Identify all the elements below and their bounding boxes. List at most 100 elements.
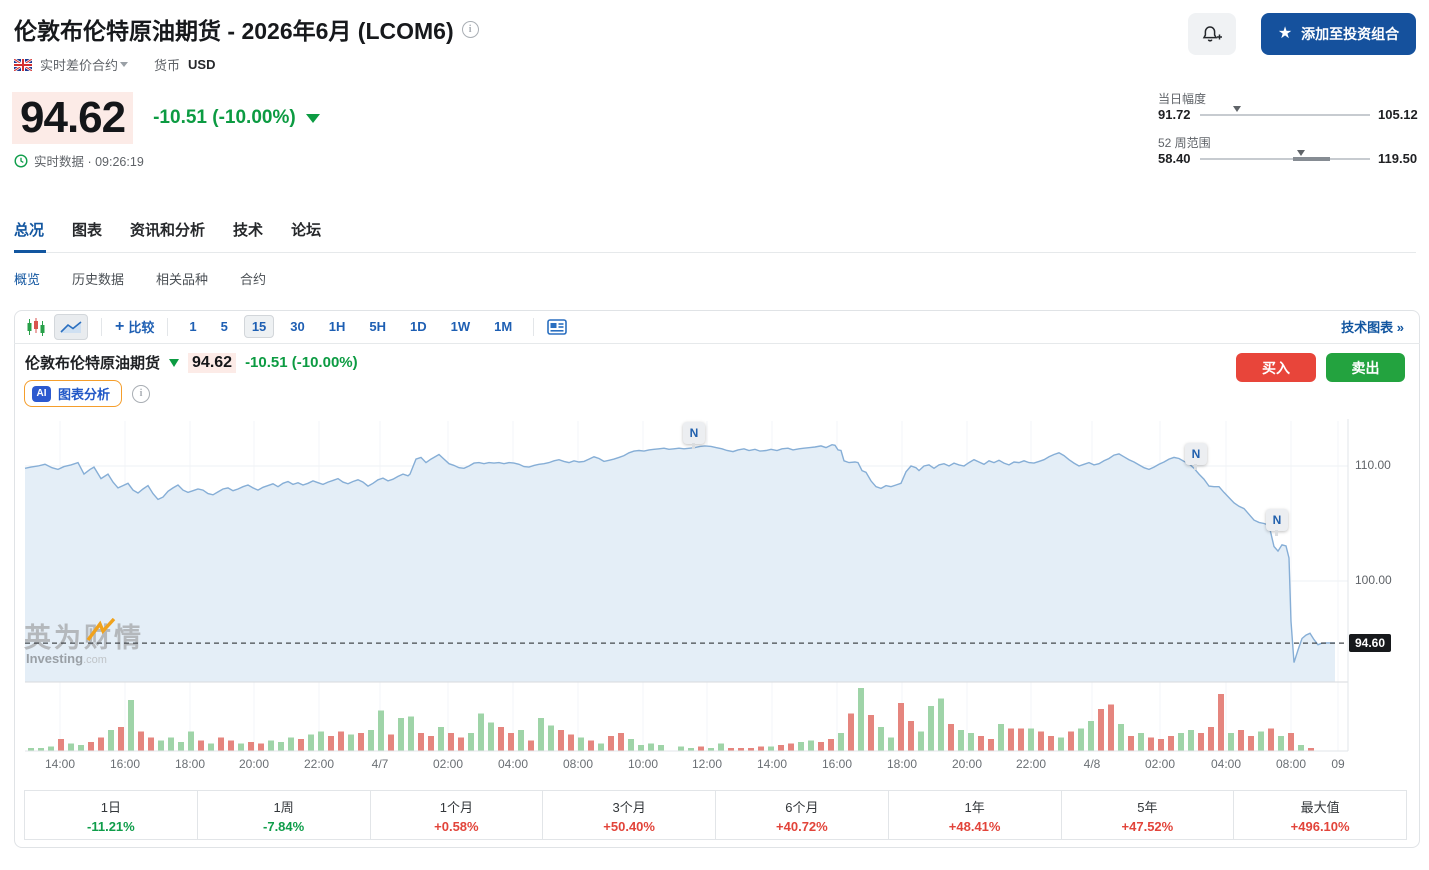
compare-button[interactable]: + 比较 <box>115 317 154 336</box>
interval-30[interactable]: 30 <box>282 315 312 338</box>
news-marker-1[interactable]: N <box>683 422 705 444</box>
title-info-icon[interactable]: i <box>462 21 479 38</box>
day-range-low: 91.72 <box>1158 107 1191 122</box>
subtab-历史数据[interactable]: 历史数据 <box>72 269 124 288</box>
tab-图表[interactable]: 图表 <box>72 219 102 240</box>
price-row: 94.62 -10.51 (-10.00%) <box>12 92 320 144</box>
perf-cell-5年[interactable]: 5年+47.52% <box>1061 791 1234 839</box>
chart-subheader: 伦敦布伦特原油期货 94.62 -10.51 (-10.00%) <box>25 352 358 373</box>
perf-cell-3个月[interactable]: 3个月 +50.40% <box>542 791 715 839</box>
perf-label: 最大值 <box>1301 797 1340 816</box>
plus-icon: + <box>115 318 124 336</box>
performance-strip: 1日-11.21% 1周 -7.84% 1个月+0.58% 3个月 +50.40% 6个月+… <box>24 790 1407 840</box>
currency-label: 货币 <box>154 55 180 74</box>
interval-1H[interactable]: 1H <box>321 315 354 338</box>
buy-button[interactable]: 买入 <box>1236 353 1316 382</box>
interval-1D[interactable]: 1D <box>402 315 435 338</box>
sell-button[interactable]: 卖出 <box>1326 353 1405 382</box>
chart-toolbar: + 比较 15 15 30 1H 5H 1D 1W 1M 技术图表 » <box>14 310 1420 344</box>
perf-value: -7.84% <box>263 819 304 834</box>
subtab-概览[interactable]: 概览 <box>14 269 40 288</box>
watermark-en-bold: Investing <box>26 651 83 666</box>
x-tick-22:00: 22:00 <box>292 757 346 771</box>
tabs-divider <box>14 252 1416 253</box>
watermark-cn: 英为财情 <box>24 616 144 655</box>
realtime-status: 实时数据 · 09:26:19 <box>34 151 144 170</box>
perf-cell-6个月[interactable]: 6个月+40.72% <box>715 791 888 839</box>
last-price: 94.62 <box>12 92 133 144</box>
title-row: 伦敦布伦特原油期货 - 2026年6月 (LCOM6) i <box>14 12 479 46</box>
candlestick-chart-button[interactable] <box>26 318 46 336</box>
ai-icon: AI <box>32 386 51 402</box>
realtime-row: 实时数据 · 09:26:19 <box>14 151 144 170</box>
tab-论坛[interactable]: 论坛 <box>291 219 321 240</box>
sub-nav: 概览 历史数据 相关品种 合约 <box>14 269 266 288</box>
x-tick-02:00: 02:00 <box>421 757 475 771</box>
bell-plus-icon <box>1201 24 1223 44</box>
add-to-portfolio-button[interactable]: ★ 添加至投资组合 <box>1261 13 1416 55</box>
down-arrow-icon <box>169 359 179 367</box>
news-on-chart-button[interactable] <box>547 319 567 335</box>
week52-range-label: 52 周范围 <box>1158 134 1211 151</box>
area-chart-button-selected[interactable] <box>54 314 88 340</box>
instrument-page: 伦敦布伦特原油期货 - 2026年6月 (LCOM6) i 实时差价合约 货币 … <box>0 0 1429 870</box>
ai-chart-analysis-button[interactable]: AI 图表分析 <box>24 380 122 407</box>
x-tick-16:00: 16:00 <box>810 757 864 771</box>
news-marker-3[interactable]: N <box>1266 509 1288 531</box>
create-alert-button[interactable] <box>1188 13 1236 55</box>
x-tick-12:00: 12:00 <box>680 757 734 771</box>
watermark-en: Investing.com <box>26 651 107 666</box>
day-range-label: 当日幅度 <box>1158 90 1206 107</box>
perf-cell-1年[interactable]: 1年 +48.41% <box>888 791 1061 839</box>
watermark-en-suffix: .com <box>83 654 107 666</box>
price-down-arrow-icon <box>306 114 320 123</box>
perf-value: +0.58% <box>434 819 478 834</box>
chart-instrument-name: 伦敦布伦特原油期货 <box>25 352 160 373</box>
subtab-相关品种[interactable]: 相关品种 <box>156 269 208 288</box>
x-tick-18:00: 18:00 <box>163 757 217 771</box>
perf-label: 1周 <box>274 797 294 816</box>
clock-icon <box>14 154 28 168</box>
interval-15[interactable]: 15 <box>244 315 274 338</box>
perf-value: +48.41% <box>949 819 1001 834</box>
news-marker-2[interactable]: N <box>1185 443 1207 465</box>
perf-cell-1个月[interactable]: 1个月+0.58% <box>370 791 543 839</box>
toolbar-divider <box>101 318 102 336</box>
interval-1M[interactable]: 1M <box>486 315 520 338</box>
x-tick-14:00: 14:00 <box>33 757 87 771</box>
day-range-track <box>1200 114 1370 116</box>
main-tabs: 总况 图表 资讯和分析 技术 论坛 <box>14 219 321 240</box>
tab-技术[interactable]: 技术 <box>233 219 263 240</box>
tab-资讯和分析[interactable]: 资讯和分析 <box>130 219 205 240</box>
ai-info-icon[interactable]: i <box>132 385 150 403</box>
interval-1W[interactable]: 1W <box>443 315 479 338</box>
perf-value: +50.40% <box>603 819 655 834</box>
chart-price-change: -10.51 (-10.00%) <box>245 354 358 371</box>
perf-label: 1年 <box>965 797 985 816</box>
interval-1[interactable]: 1 <box>181 315 204 338</box>
interval-buttons: 15 15 30 1H 5H 1D 1W 1M <box>181 315 520 338</box>
subtab-合约[interactable]: 合约 <box>240 269 266 288</box>
interval-5[interactable]: 5 <box>213 315 236 338</box>
x-tick-20:00: 20:00 <box>940 757 994 771</box>
tab-总况[interactable]: 总况 <box>14 219 44 240</box>
ai-analysis-label: 图表分析 <box>58 384 110 403</box>
technical-chart-link[interactable]: 技术图表 » <box>1341 317 1404 336</box>
perf-label: 3个月 <box>613 797 646 816</box>
x-tick-04:00: 04:00 <box>1199 757 1253 771</box>
perf-cell-最大值[interactable]: 最大值+496.10% <box>1233 791 1406 839</box>
chart-background-layer[interactable] <box>14 415 1421 760</box>
week52-range-marker <box>1297 150 1305 156</box>
x-tick-4/8: 4/8 <box>1065 757 1119 771</box>
perf-value: +40.72% <box>776 819 828 834</box>
instrument-type-dropdown[interactable]: 实时差价合约 <box>40 55 128 74</box>
active-tab-underline <box>14 250 46 253</box>
perf-cell-1周[interactable]: 1周 -7.84% <box>197 791 370 839</box>
week52-range-track <box>1200 158 1370 160</box>
perf-cell-1日[interactable]: 1日-11.21% <box>25 791 197 839</box>
chevron-down-icon <box>120 62 128 67</box>
interval-5H[interactable]: 5H <box>361 315 394 338</box>
perf-label: 1日 <box>101 797 121 816</box>
x-tick-16:00: 16:00 <box>98 757 152 771</box>
day-range-marker <box>1233 106 1241 112</box>
